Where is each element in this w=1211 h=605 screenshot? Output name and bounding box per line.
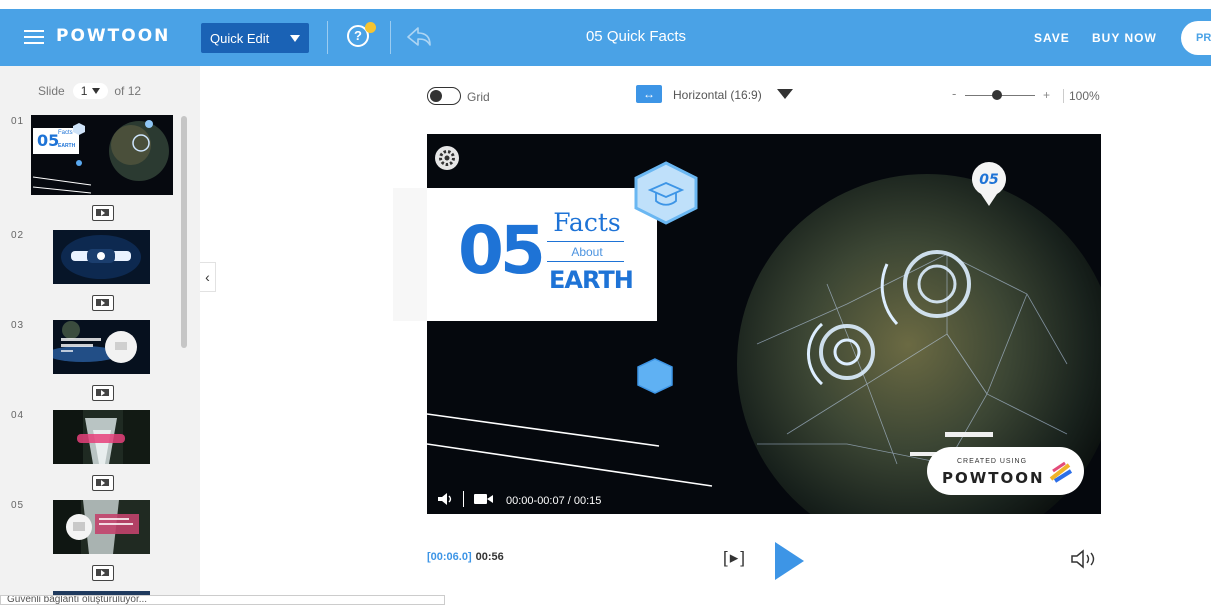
title-earth: EARTH xyxy=(549,266,634,294)
zoom-value: 100% xyxy=(1063,89,1100,103)
camera-icon[interactable] xyxy=(474,493,494,505)
status-tooltip: Güvenli bağlantı oluşturuluyor... xyxy=(0,595,445,605)
divider xyxy=(327,21,328,54)
thumbnail-art xyxy=(53,500,150,554)
sidebar-scrollbar[interactable] xyxy=(181,116,187,348)
title-rule xyxy=(547,241,624,242)
title-number: 05 xyxy=(458,212,546,289)
menu-icon[interactable] xyxy=(24,30,44,44)
thumb-title-number: 05 xyxy=(37,131,60,150)
title-card[interactable]: 05 Facts About EARTH xyxy=(427,188,657,321)
thumb-title-earth: EARTH xyxy=(58,143,76,149)
insert-slide-icon[interactable] xyxy=(92,475,114,491)
slide-thumbnail-01[interactable]: 05 Facts EARTH xyxy=(31,115,173,195)
graduation-cap-icon[interactable] xyxy=(632,161,700,225)
slide-count: of 12 xyxy=(114,84,142,98)
powtoon-logo[interactable]: POWTOON xyxy=(56,26,170,46)
slide-select[interactable]: 1 xyxy=(72,83,109,99)
timecode: [00:06.0] 00:56 xyxy=(427,551,504,563)
thumbnail-art xyxy=(53,230,150,284)
preview-button[interactable]: PRE xyxy=(1181,21,1211,55)
document-title[interactable]: 05 Quick Facts xyxy=(536,28,736,45)
buy-now-button[interactable]: BUY NOW xyxy=(1092,31,1157,45)
powtoon-mark-icon xyxy=(1049,461,1073,483)
watermark-logo: POWTOON xyxy=(942,469,1045,487)
insert-slide-icon[interactable] xyxy=(92,385,114,401)
play-scene-button[interactable]: [▸] xyxy=(723,548,747,568)
notification-dot xyxy=(365,22,376,33)
player-divider xyxy=(463,491,464,507)
slide-thumbnail-02[interactable] xyxy=(53,230,150,284)
divider xyxy=(390,21,391,54)
grid-toggle[interactable] xyxy=(427,87,461,105)
aspect-ratio-select[interactable]: Horizontal (16:9) xyxy=(673,88,762,102)
powtoon-watermark[interactable]: CREATED USING POWTOON xyxy=(927,447,1084,495)
zoom-out-button[interactable]: - xyxy=(952,86,956,101)
mode-dropdown[interactable]: Quick Edit xyxy=(201,23,309,53)
created-using-label: CREATED USING xyxy=(957,458,1028,465)
slide-label: Slide xyxy=(38,84,65,98)
save-button[interactable]: SAVE xyxy=(1034,31,1070,45)
slide-canvas[interactable]: 05 Facts About EARTH 05 CREATED USING PO… xyxy=(427,134,1101,514)
thumbnail-art xyxy=(53,410,150,464)
hexagon-icon[interactable] xyxy=(636,358,674,394)
title-about: About xyxy=(571,245,603,259)
slide-navigator: Slide 1 of 12 xyxy=(38,83,141,99)
top-bar: POWTOON Quick Edit ? 05 Quick Facts SAVE… xyxy=(0,9,1211,66)
slide-number: 01 xyxy=(11,116,25,127)
mode-label: Quick Edit xyxy=(210,31,270,46)
volume-icon[interactable] xyxy=(1070,549,1100,569)
title-rule-2 xyxy=(547,261,624,262)
gear-icon[interactable] xyxy=(435,146,459,170)
zoom-in-button[interactable]: + xyxy=(1043,88,1050,102)
slide-number: 02 xyxy=(11,230,25,241)
slide-thumbnail-04[interactable] xyxy=(53,410,150,464)
ratio-icon[interactable]: ↔ xyxy=(636,85,662,103)
current-time: [00:06.0] xyxy=(427,551,472,563)
caret-down-icon xyxy=(290,35,300,42)
zoom-slider-handle[interactable] xyxy=(991,90,1002,100)
undo-icon[interactable] xyxy=(406,26,432,48)
slide-thumbnail-05[interactable] xyxy=(53,500,150,554)
grid-label: Grid xyxy=(467,90,490,104)
thumbnail-art xyxy=(53,320,150,374)
thumbnail-art xyxy=(31,115,173,195)
caret-down-icon xyxy=(92,88,101,94)
slide-number: 05 xyxy=(11,500,25,511)
insert-slide-icon[interactable] xyxy=(92,565,114,581)
player-time: 00:00-00:07 / 00:15 xyxy=(506,495,602,507)
speaker-icon[interactable] xyxy=(437,492,455,506)
slide-sidebar: Slide 1 of 12 01 05 Facts EARTH 02 03 04… xyxy=(0,66,200,605)
play-icon[interactable] xyxy=(775,542,804,580)
slide-number: 04 xyxy=(11,410,25,421)
caret-down-icon[interactable] xyxy=(777,89,793,99)
title-facts: Facts xyxy=(553,208,621,237)
duration: 00:56 xyxy=(475,551,504,563)
insert-slide-icon[interactable] xyxy=(92,205,114,221)
slide-number: 03 xyxy=(11,320,25,331)
thumb-title-facts: Facts xyxy=(58,130,73,136)
slide-thumbnail-03[interactable] xyxy=(53,320,150,374)
pin-label: 05 xyxy=(979,172,999,188)
chevron-left-icon[interactable]: ‹ xyxy=(200,262,216,292)
current-slide: 1 xyxy=(80,84,88,98)
selection-ghost xyxy=(393,188,427,321)
insert-slide-icon[interactable] xyxy=(92,295,114,311)
powtoon-editor: POWTOON Quick Edit ? 05 Quick Facts SAVE… xyxy=(0,0,1211,605)
